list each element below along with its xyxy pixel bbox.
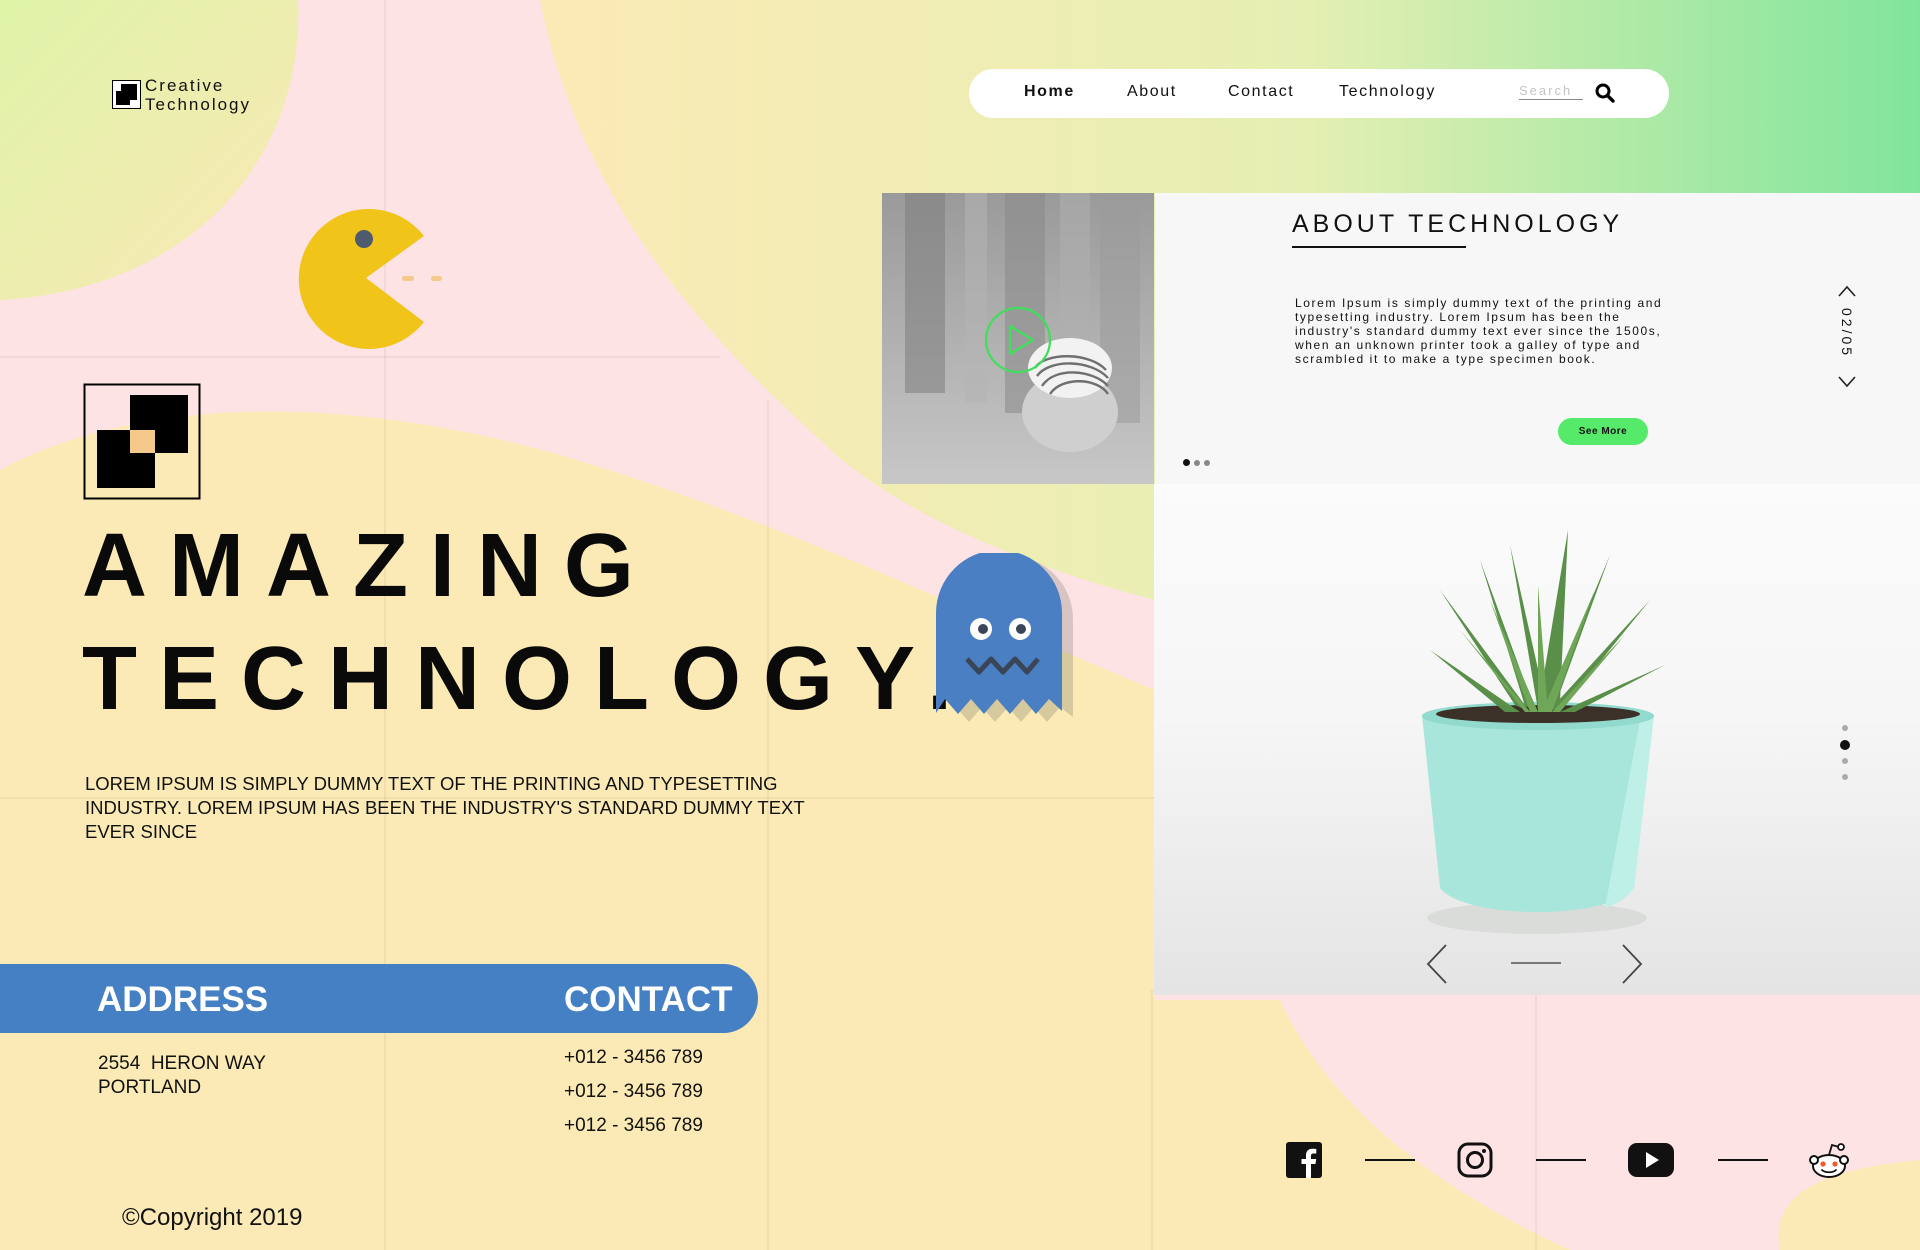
brand-logo-icon — [112, 80, 141, 109]
address-title: ADDRESS — [97, 980, 269, 1019]
about-title: ABOUT TECHNOLOGY — [1292, 210, 1624, 238]
see-more-button[interactable]: See More — [1558, 418, 1648, 445]
gallery-dot[interactable] — [1842, 774, 1848, 780]
address-line1: 2554 HERON WAY — [98, 1053, 266, 1074]
ghost-illustration — [936, 553, 1073, 722]
play-video-icon[interactable] — [983, 305, 1053, 375]
gallery-dot-active[interactable] — [1840, 740, 1850, 750]
copyright-symbol: © — [122, 1204, 140, 1231]
about-slider-dots — [1183, 459, 1223, 467]
contact-phone-2[interactable]: +012 - 3456 789 — [564, 1080, 703, 1104]
gallery-next-arrow-icon[interactable] — [1619, 943, 1645, 985]
search-icon[interactable] — [1595, 83, 1615, 103]
gallery-progress-line — [1511, 962, 1561, 964]
facebook-icon[interactable] — [1286, 1142, 1322, 1178]
reddit-icon[interactable] — [1808, 1140, 1850, 1180]
nav-home[interactable]: Home — [1024, 83, 1075, 101]
brand-logo[interactable]: Creative Technology — [112, 76, 272, 116]
copyright-text: Copyright 2019 — [139, 1204, 303, 1231]
nav-technology[interactable]: Technology — [1339, 83, 1436, 101]
contact-phone-1[interactable]: +012 - 3456 789 — [564, 1046, 703, 1070]
nav-about[interactable]: About — [1127, 83, 1177, 101]
gallery-dot[interactable] — [1842, 758, 1848, 764]
gallery-vertical-dots — [1840, 725, 1852, 785]
hero-title-line1: AMAZING — [82, 516, 656, 616]
slide-counter: 02/05 — [1839, 308, 1855, 359]
nav-contact[interactable]: Contact — [1228, 83, 1294, 101]
chevron-up-icon[interactable] — [1837, 284, 1857, 298]
youtube-icon[interactable] — [1628, 1143, 1674, 1177]
address-line2: PORTLAND — [98, 1077, 202, 1098]
hero-description: LOREM IPSUM IS SIMPLY DUMMY TEXT OF THE … — [85, 773, 805, 842]
social-divider — [1365, 1159, 1415, 1161]
slider-dot-active[interactable] — [1183, 459, 1190, 466]
slider-dot[interactable] — [1194, 460, 1200, 466]
hero-title-line2: TECHNOLOGY. — [82, 629, 975, 729]
hero-logo-icon — [83, 383, 201, 500]
slider-dot[interactable] — [1204, 460, 1210, 466]
pacman-illustration — [298, 209, 442, 349]
top-navigation: Home About Contact Technology — [969, 69, 1669, 118]
about-title-underline — [1292, 246, 1466, 248]
brand-name-line1: Creative — [145, 76, 225, 95]
copyright: ©Copyright 2019 — [122, 1204, 302, 1232]
social-divider — [1718, 1159, 1768, 1161]
gallery-dot[interactable] — [1842, 725, 1848, 731]
gallery-prev-arrow-icon[interactable] — [1424, 943, 1450, 985]
brand-name-line2: Technology — [145, 95, 252, 114]
chevron-down-icon[interactable] — [1837, 375, 1857, 389]
social-divider — [1536, 1159, 1586, 1161]
instagram-icon[interactable] — [1457, 1142, 1493, 1178]
contact-title: CONTACT — [564, 980, 733, 1019]
about-text: Lorem Ipsum is simply dummy text of the … — [1295, 296, 1663, 366]
search-input[interactable] — [1519, 83, 1583, 100]
contact-phone-3[interactable]: +012 - 3456 789 — [564, 1114, 703, 1138]
